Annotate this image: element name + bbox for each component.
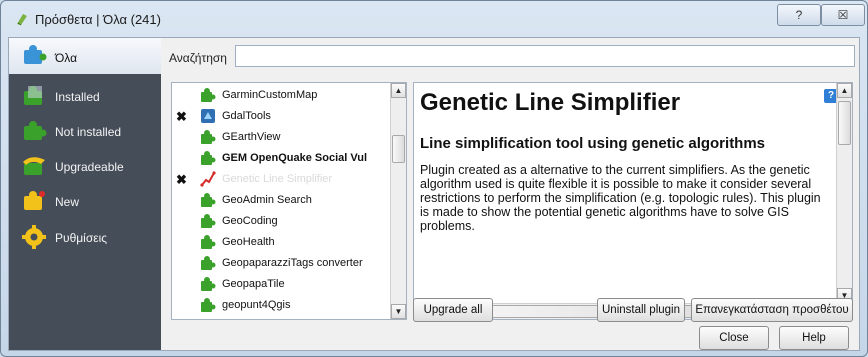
plugin-name: GeoAdmin Search xyxy=(222,194,312,206)
plugin-name: GeopapaTile xyxy=(222,278,285,290)
gdal-tools-icon xyxy=(201,109,215,123)
plugin-title: Genetic Line Simplifier xyxy=(420,89,681,116)
install-mark: ✖ xyxy=(176,109,187,124)
list-item[interactable]: geopunt4Qgis xyxy=(172,295,390,316)
search-input[interactable] xyxy=(235,45,855,67)
category-sidebar: Όλα Installed Not installed Upgradeable … xyxy=(9,38,161,350)
list-item[interactable]: GeoAdmin Search xyxy=(172,190,390,211)
plugin-name: Genetic Line Simplifier xyxy=(222,173,333,185)
upgrade-all-button[interactable]: Upgrade all xyxy=(413,298,493,322)
gear-settings-icon xyxy=(22,225,46,249)
plugins-dialog: Πρόσθετα | Όλα (241) ? ☒ Όλα Installed N… xyxy=(0,0,868,357)
sidebar-item-settings[interactable]: Ρυθμίσεις xyxy=(9,221,161,255)
scroll-thumb[interactable] xyxy=(392,135,405,163)
sidebar-item-label: Ρυθμίσεις xyxy=(55,231,108,245)
title-bar: Πρόσθετα | Όλα (241) ? ☒ xyxy=(1,1,867,35)
plugin-name: GEarthView xyxy=(222,131,281,143)
details-vertical-scrollbar[interactable]: ▲ ▼ xyxy=(836,83,852,305)
plugin-subtitle: Line simplification tool using genetic a… xyxy=(420,135,766,152)
sidebar-item-label: Όλα xyxy=(55,51,78,65)
sidebar-item-label: Upgradeable xyxy=(55,160,124,174)
reinstall-plugin-button[interactable]: Επανεγκατάσταση προσθέτου xyxy=(691,298,853,322)
puzzle-plugin-icon xyxy=(201,193,216,207)
list-item[interactable]: GarminCustomMap xyxy=(172,85,390,106)
help-button[interactable]: Help xyxy=(779,326,849,350)
plugin-manager-icon xyxy=(17,14,27,26)
puzzle-upgradeable-icon xyxy=(23,157,45,175)
puzzle-not-installed-icon xyxy=(24,121,47,140)
sidebar-item-label: Not installed xyxy=(55,125,122,139)
close-button[interactable]: Close xyxy=(699,326,769,350)
puzzle-plugin-icon xyxy=(201,88,216,102)
plugin-description: Plugin created as a alternative to the c… xyxy=(420,163,821,233)
title-help-button[interactable]: ? xyxy=(777,4,821,26)
plugin-name: GarminCustomMap xyxy=(222,89,318,101)
plugin-name: GdalTools xyxy=(222,110,271,122)
list-item[interactable]: GeopapaTile xyxy=(172,274,390,295)
install-mark: ✖ xyxy=(176,172,187,187)
plugin-name: GeoCoding xyxy=(222,215,278,227)
sidebar-item-label: New xyxy=(55,195,80,209)
list-item[interactable]: ✖ GdalTools xyxy=(172,106,390,127)
list-item-selected[interactable]: ✖ Genetic Line Simplifier xyxy=(172,169,390,190)
sidebar-item-upgradeable[interactable]: Upgradeable xyxy=(9,150,161,184)
dialog-body: Όλα Installed Not installed Upgradeable … xyxy=(8,37,860,351)
search-label: Αναζήτηση xyxy=(169,51,227,65)
list-item[interactable]: GEM OpenQuake Social Vul xyxy=(172,148,390,169)
sidebar-item-all[interactable]: Όλα xyxy=(9,38,161,74)
line-simplifier-icon xyxy=(200,171,216,187)
puzzle-installed-icon xyxy=(24,86,42,105)
sidebar-item-installed[interactable]: Installed xyxy=(9,80,161,114)
puzzle-plugin-icon xyxy=(201,235,216,249)
plugin-list-scrollbar[interactable]: ▲ ▼ xyxy=(390,83,406,319)
sidebar-item-new[interactable]: New xyxy=(9,185,161,219)
puzzle-all-icon xyxy=(24,45,47,64)
scroll-down-button[interactable]: ▼ xyxy=(391,304,406,319)
list-item[interactable]: GEarthView xyxy=(172,127,390,148)
plugin-details-pane: Genetic Line Simplifier ? Line simplific… xyxy=(413,82,853,320)
scroll-thumb[interactable] xyxy=(838,101,851,145)
plugin-list[interactable]: GarminCustomMap ✖ GdalTools GEarthView G… xyxy=(171,82,407,320)
list-item[interactable]: GeoHealth xyxy=(172,232,390,253)
title-close-button[interactable]: ☒ xyxy=(821,4,865,26)
puzzle-plugin-icon xyxy=(201,298,216,312)
puzzle-plugin-icon xyxy=(201,130,216,144)
puzzle-plugin-icon xyxy=(201,214,216,228)
list-item[interactable]: GeoCoding xyxy=(172,211,390,232)
puzzle-plugin-icon xyxy=(201,277,216,291)
puzzle-new-icon xyxy=(24,191,45,210)
plugin-name: GeoHealth xyxy=(222,236,275,248)
sidebar-item-label: Installed xyxy=(55,90,100,104)
uninstall-plugin-button[interactable]: Uninstall plugin xyxy=(597,298,685,322)
puzzle-plugin-icon xyxy=(201,151,216,165)
plugin-name: GeopaparazziTags converter xyxy=(222,257,363,269)
window-title: Πρόσθετα | Όλα (241) xyxy=(35,12,161,27)
plugin-name: geopunt4Qgis xyxy=(222,299,291,311)
list-item[interactable]: GeopaparazziTags converter xyxy=(172,253,390,274)
puzzle-plugin-icon xyxy=(201,256,216,270)
sidebar-item-not-installed[interactable]: Not installed xyxy=(9,115,161,149)
plugin-name: GEM OpenQuake Social Vul xyxy=(222,152,368,164)
scroll-up-button[interactable]: ▲ xyxy=(391,83,406,98)
scroll-up-button[interactable]: ▲ xyxy=(837,83,852,98)
